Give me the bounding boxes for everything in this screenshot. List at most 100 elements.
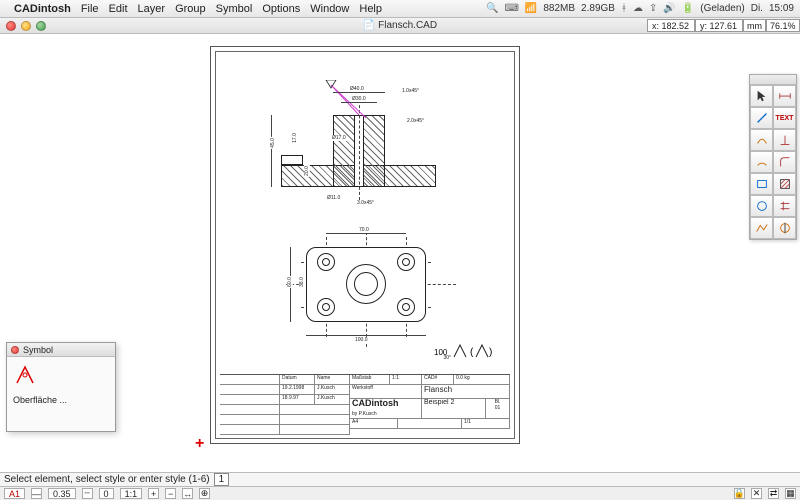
dim-chamf2: 2.0x45° bbox=[406, 118, 425, 124]
dim-d11: Ø11.0 bbox=[326, 195, 341, 201]
memory-1: 882MB bbox=[543, 3, 575, 14]
tool-mirror[interactable] bbox=[773, 217, 796, 239]
unit-display[interactable]: mm bbox=[743, 19, 766, 32]
sheet-frame: Ø40.0 Ø30.0 1.0x45° 2.0x45° 45.0 17.0 20… bbox=[215, 51, 515, 439]
battery-icon[interactable]: 🔋 bbox=[682, 3, 694, 14]
flange-lug-left bbox=[281, 155, 303, 165]
symbol-palette-header[interactable]: Symbol bbox=[7, 343, 115, 357]
tool-trim[interactable] bbox=[773, 195, 796, 217]
clock-day: Di. bbox=[751, 3, 763, 14]
app-name[interactable]: CADintosh bbox=[14, 3, 71, 15]
dimline-w100 bbox=[306, 335, 426, 336]
status-link-icon[interactable]: ⇄ bbox=[768, 488, 779, 499]
coordinate-readout: x: 182.52 y: 127.61 mm 76.1% bbox=[647, 19, 800, 32]
tool-perpendicular[interactable] bbox=[773, 129, 796, 151]
status-grid-icon[interactable]: ▦ bbox=[785, 488, 796, 499]
tool-palette[interactable]: TEXT bbox=[749, 74, 797, 240]
menu-file[interactable]: File bbox=[81, 3, 99, 15]
drawing-sheet: Ø40.0 Ø30.0 1.0x45° 2.0x45° 45.0 17.0 20… bbox=[210, 46, 520, 444]
tool-text[interactable]: TEXT bbox=[773, 107, 796, 129]
mac-menubar: CADintosh File Edit Layer Group Symbol O… bbox=[0, 0, 800, 18]
dim-h17: 17.0 bbox=[292, 132, 298, 144]
symbol-close-icon[interactable] bbox=[11, 346, 19, 354]
bolt-hole-bl bbox=[317, 298, 335, 316]
tool-fillet[interactable] bbox=[773, 151, 796, 173]
menu-options[interactable]: Options bbox=[262, 3, 300, 15]
dim-w70: 70.0 bbox=[358, 227, 370, 233]
menu-window[interactable]: Window bbox=[310, 3, 349, 15]
menu-group[interactable]: Group bbox=[175, 3, 206, 15]
symbol-item-surface[interactable]: Oberfläche ... bbox=[13, 395, 109, 405]
symbol-palette[interactable]: Symbol Oberfläche ... bbox=[6, 342, 116, 432]
bore-inner bbox=[354, 272, 378, 296]
tool-hatch[interactable] bbox=[773, 173, 796, 195]
snap-ortho-icon[interactable]: ↔ bbox=[182, 488, 193, 499]
dim-h38: 38.0 bbox=[299, 276, 305, 288]
dim-w100: 100.0 bbox=[354, 337, 369, 343]
menu-layer[interactable]: Layer bbox=[138, 3, 166, 15]
command-input[interactable]: 1 bbox=[214, 473, 230, 486]
zoom-display[interactable]: 76.1% bbox=[766, 19, 800, 32]
spotlight-icon[interactable]: 🔍 bbox=[486, 3, 498, 14]
tool-palette-header[interactable] bbox=[750, 75, 796, 85]
bluetooth-icon[interactable]: ᚼ bbox=[621, 3, 627, 14]
lineweight-b[interactable]: 0 bbox=[99, 488, 114, 499]
snap-minus-icon[interactable]: − bbox=[165, 488, 176, 499]
status-lock-icon[interactable]: 🔒 bbox=[734, 488, 745, 499]
snap-center-icon[interactable]: ⊕ bbox=[199, 488, 210, 499]
status-x-icon[interactable]: ✕ bbox=[751, 488, 762, 499]
tool-circle[interactable] bbox=[750, 195, 773, 217]
dim-h45: 45.0 bbox=[270, 137, 276, 149]
wifi-icon[interactable]: ⇪ bbox=[649, 3, 657, 14]
linestyle-dash-icon[interactable]: ┄ bbox=[82, 488, 93, 499]
example-label: Beispiel 2 bbox=[422, 399, 486, 418]
dim-chamf1: 1.0x45° bbox=[401, 88, 420, 94]
symbol-palette-title: Symbol bbox=[23, 345, 53, 355]
zoom-button[interactable] bbox=[36, 21, 46, 31]
volume-icon[interactable]: 🔊 bbox=[663, 3, 675, 14]
bolt-hole-tr bbox=[397, 253, 415, 271]
tool-arc[interactable] bbox=[750, 151, 773, 173]
tool-line[interactable] bbox=[750, 107, 773, 129]
dim-h60: 60.0 bbox=[287, 276, 293, 288]
drawing-canvas[interactable]: Ø40.0 Ø30.0 1.0x45° 2.0x45° 45.0 17.0 20… bbox=[0, 34, 800, 472]
tool-tangent-arc[interactable] bbox=[750, 129, 773, 151]
svg-text:): ) bbox=[489, 347, 492, 358]
dim-chamf3: 3.0x45° bbox=[356, 200, 375, 206]
clock-time: 15:09 bbox=[769, 3, 794, 14]
window-titlebar: 📄 Flansch.CAD x: 182.52 y: 127.61 mm 76.… bbox=[0, 18, 800, 34]
layer-indicator[interactable]: A1 bbox=[4, 488, 25, 499]
menu-symbol[interactable]: Symbol bbox=[216, 3, 253, 15]
memory-2: 2.89GB bbox=[581, 3, 615, 14]
command-prompt: Select element, select style or enter st… bbox=[4, 474, 210, 485]
traffic-lights bbox=[6, 21, 46, 31]
dimline-h45 bbox=[271, 115, 272, 187]
snap-plus-icon[interactable]: + bbox=[148, 488, 159, 499]
document-title: 📄 Flansch.CAD bbox=[363, 20, 437, 31]
battery-status: (Geladen) bbox=[700, 3, 744, 14]
tool-polyline[interactable] bbox=[750, 217, 773, 239]
dim-d17: Ø17.0 bbox=[331, 135, 347, 141]
menu-help[interactable]: Help bbox=[359, 3, 382, 15]
linestyle-solid-icon[interactable]: — bbox=[31, 488, 42, 499]
tool-dimension[interactable] bbox=[773, 85, 796, 107]
coord-y: y: 127.61 bbox=[695, 19, 743, 32]
close-button[interactable] bbox=[6, 21, 16, 31]
surface-symbol-icon[interactable] bbox=[13, 363, 37, 387]
dimline-d30 bbox=[341, 102, 377, 103]
tool-pointer[interactable] bbox=[750, 85, 773, 107]
tool-rectangle[interactable] bbox=[750, 173, 773, 195]
lineweight-a[interactable]: 0.35 bbox=[48, 488, 76, 499]
menu-edit[interactable]: Edit bbox=[109, 3, 128, 15]
dimline-d40 bbox=[333, 92, 385, 93]
locale-icon[interactable]: ⌨︎ bbox=[504, 3, 518, 14]
section-view: Ø40.0 Ø30.0 1.0x45° 2.0x45° 45.0 17.0 20… bbox=[271, 80, 471, 210]
scale-button[interactable]: 1:1 bbox=[120, 488, 143, 499]
bolt-hole-tl bbox=[317, 253, 335, 271]
dropbox-icon[interactable]: ☁︎ bbox=[633, 3, 643, 14]
minimize-button[interactable] bbox=[21, 21, 31, 31]
part-name: Flansch bbox=[422, 385, 510, 398]
boss-left bbox=[333, 115, 355, 187]
command-prompt-bar: Select element, select style or enter st… bbox=[0, 472, 800, 486]
dim-d40: Ø40.0 bbox=[349, 86, 365, 92]
